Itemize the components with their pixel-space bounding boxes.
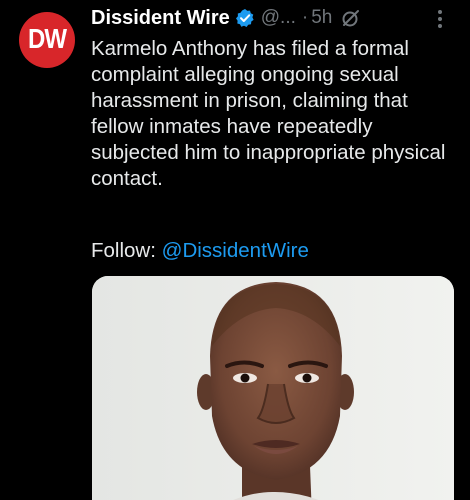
user-handle[interactable]: @... [261,7,296,29]
avatar[interactable]: DW [19,12,75,68]
tweet-text: Karmelo Anthony has filed a formal compl… [91,37,446,190]
tweet-photo[interactable] [92,276,454,500]
avatar-logo-text: DW [28,23,67,55]
display-name[interactable]: Dissident Wire [91,7,230,30]
follow-line: Follow: @DissidentWire [91,238,309,264]
timestamp[interactable]: 5h [311,7,332,29]
tweet: DW Dissident Wire @... · 5h Karmelo Anth… [0,0,470,500]
follow-handle-link[interactable]: @DissidentWire [162,239,309,262]
follow-label: Follow: [91,239,162,262]
separator-dot: · [301,7,309,28]
mugshot-image [92,276,454,500]
grok-icon[interactable] [341,8,361,28]
more-options-icon[interactable] [430,8,450,30]
verified-badge-icon [235,8,255,28]
tweet-header: Dissident Wire @... · 5h [91,6,361,30]
